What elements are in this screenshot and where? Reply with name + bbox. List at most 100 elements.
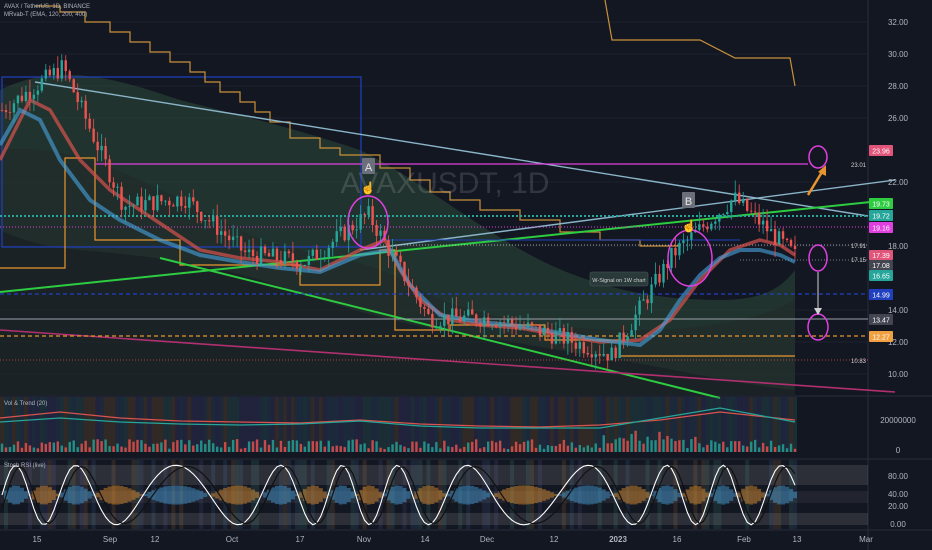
stoch-area-bar <box>71 485 76 505</box>
volume-bar <box>757 447 761 452</box>
volume-bar <box>355 439 358 452</box>
candle-body <box>399 255 402 262</box>
svg-text:13.47: 13.47 <box>872 318 890 325</box>
volume-bar <box>730 441 733 452</box>
svg-text:23.96: 23.96 <box>872 149 890 156</box>
stoch-area-bar <box>346 487 351 503</box>
volume-bar <box>164 439 167 452</box>
stoch-area-bar <box>673 489 678 501</box>
volume-bar <box>710 440 713 452</box>
volume-bar <box>100 441 103 452</box>
candle-body <box>287 251 291 254</box>
volume-bar <box>144 443 147 452</box>
candle-body <box>140 196 143 211</box>
price-tick: 18.00 <box>888 242 909 251</box>
candle-body <box>550 333 554 344</box>
volume-bar <box>212 443 215 452</box>
candle-body <box>243 250 247 253</box>
volume-bar <box>590 447 593 452</box>
price-tick: 28.00 <box>888 82 909 91</box>
time-tick: 2023 <box>609 535 627 544</box>
candle-body <box>514 324 518 330</box>
volume-bar <box>498 440 502 452</box>
stoch-area-bar <box>721 485 726 505</box>
indicator-legend[interactable]: MRvab-T (EMA, 120, 200, 400) <box>4 12 87 18</box>
stoch-area-bar <box>390 486 395 504</box>
volume-bar <box>124 447 127 452</box>
volume-bar <box>530 439 534 452</box>
time-tick: 12 <box>550 535 559 544</box>
candle-body <box>204 220 207 222</box>
candle-body <box>522 326 526 328</box>
stoch-area-bar <box>438 490 443 500</box>
stoch-area-bar <box>462 485 467 505</box>
stoch-area-bar <box>533 486 538 504</box>
candle-body <box>630 330 633 337</box>
candle-body <box>674 247 677 256</box>
candle-body <box>475 314 478 323</box>
candle-body <box>267 253 271 257</box>
volume-bar <box>614 439 617 452</box>
candle-body <box>283 251 287 264</box>
volume-bar <box>467 442 470 452</box>
volume-bar <box>311 441 315 452</box>
volume-bg-stripe <box>701 397 706 452</box>
volume-bar <box>777 445 781 452</box>
volume-bar <box>387 447 390 452</box>
volume-bar <box>231 439 235 452</box>
volume-bg-stripe <box>705 397 710 452</box>
candle-body <box>662 263 665 283</box>
candle-body <box>359 214 362 230</box>
candle-body <box>235 236 239 238</box>
volume-bg-stripe <box>502 397 507 452</box>
volume-bg-stripe <box>322 397 327 452</box>
volume-bar <box>618 437 621 452</box>
candle-body <box>546 327 550 334</box>
volume-bg-stripe <box>510 397 515 452</box>
candle-body <box>526 322 530 327</box>
candle-body <box>435 327 438 329</box>
volume-bar <box>235 439 239 452</box>
volume-bg-stripe <box>482 397 487 452</box>
volume-bar <box>319 440 322 452</box>
stoch-area-bar <box>310 485 315 505</box>
candle-body <box>726 211 729 215</box>
volume-bg-stripe <box>390 397 395 452</box>
signal-note[interactable]: W-Signal on 1W chart <box>589 271 649 287</box>
stoch-area-bar <box>701 488 706 502</box>
candle-body <box>52 68 56 76</box>
stoch-area-bar <box>67 486 72 504</box>
candle-body <box>407 281 410 286</box>
stoch-area-bar <box>573 487 578 503</box>
stoch-area-bar <box>334 487 339 503</box>
candle-body <box>741 198 745 203</box>
candle-body <box>427 308 430 314</box>
volume-bar <box>514 441 518 452</box>
candle-body <box>132 205 135 207</box>
candle-body <box>722 214 725 215</box>
volume-bar <box>16 441 20 452</box>
volume-bar <box>80 443 83 452</box>
svg-text:B: B <box>685 196 692 208</box>
volume-bg-stripe <box>342 397 347 452</box>
volume-bg-stripe <box>382 397 387 452</box>
volume-bar <box>558 443 562 452</box>
stoch-pane-label: Stoch RSI (live) <box>4 463 46 469</box>
chart-canvas[interactable]: AVAXUSDT, 1D A ☝ B ☝ W-Signal on 1W char… <box>0 0 932 550</box>
volume-bar <box>351 439 354 452</box>
stoch-area-bar <box>585 485 590 505</box>
volume-bar <box>395 441 398 452</box>
volume-bar <box>411 441 414 452</box>
volume-bg-stripe <box>167 397 172 452</box>
candle-body <box>96 141 99 151</box>
stoch-area-bar <box>581 485 586 505</box>
stoch-area-bar <box>577 486 582 504</box>
level-label: 23.01 <box>851 163 867 169</box>
stoch-area-bar <box>589 485 594 505</box>
svg-text:17.08: 17.08 <box>872 263 890 270</box>
volume-bar <box>192 445 195 452</box>
volume-bar <box>694 436 697 452</box>
candle-body <box>335 231 338 242</box>
symbol-legend[interactable]: AVAX / TetherUS, 1D, BINANCE <box>4 4 90 10</box>
candle-body <box>148 196 151 201</box>
